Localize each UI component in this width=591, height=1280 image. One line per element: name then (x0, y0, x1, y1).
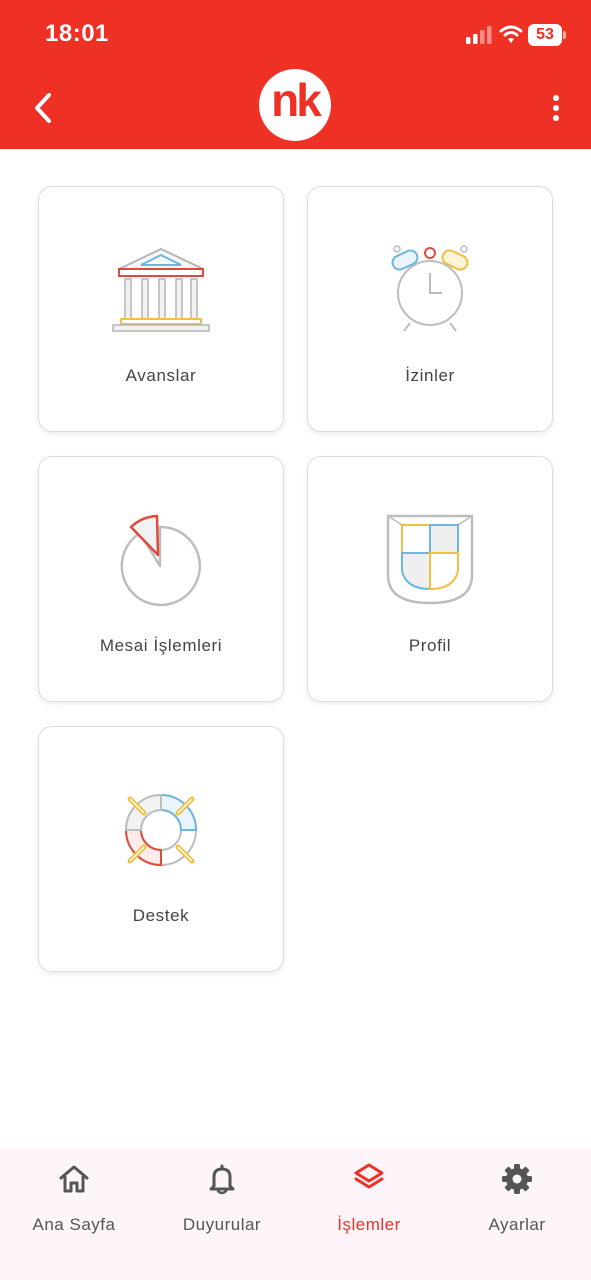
tab-label: İşlemler (337, 1215, 401, 1234)
pie-chart-icon (120, 514, 202, 607)
battery-indicator: 53 (528, 24, 562, 46)
status-time: 18:01 (45, 20, 109, 47)
card-label: Avanslar (125, 366, 197, 385)
logo-text: nk (271, 74, 322, 126)
bottom-tab-bar: Ana Sayfa Duyurular İşlemler Ayarlar (0, 1147, 591, 1280)
card-mesai-islemleri[interactable]: Mesai İşlemleri (38, 456, 284, 702)
alarm-clock-icon (391, 245, 469, 332)
home-icon (59, 1165, 89, 1193)
bank-building-icon (112, 247, 210, 332)
tab-ayarlar[interactable]: Ayarlar (443, 1163, 591, 1243)
back-button[interactable] (30, 90, 54, 126)
app-header: 18:01 53 nk (0, 0, 591, 149)
gear-icon (502, 1164, 532, 1194)
card-destek[interactable]: Destek (38, 726, 284, 972)
lifebuoy-icon (124, 793, 198, 867)
card-label: Destek (132, 906, 190, 925)
brand-logo: nk (259, 69, 331, 141)
battery-nub (563, 31, 566, 39)
tab-duyurular[interactable]: Duyurular (148, 1163, 296, 1243)
bell-icon (209, 1164, 235, 1195)
card-avanslar[interactable]: Avanslar (38, 186, 284, 432)
wifi-icon (499, 25, 523, 43)
tab-label: Ayarlar (488, 1215, 546, 1234)
card-label: Profil (408, 636, 452, 655)
card-label: Mesai İşlemleri (99, 636, 223, 655)
tab-ana-sayfa[interactable]: Ana Sayfa (0, 1163, 148, 1243)
card-profil[interactable]: Profil (307, 456, 553, 702)
tab-label: Ana Sayfa (32, 1215, 116, 1234)
tab-islemler[interactable]: İşlemler (295, 1163, 443, 1243)
card-izinler[interactable]: İzinler (307, 186, 553, 432)
card-label: İzinler (405, 366, 455, 385)
layers-icon (354, 1163, 384, 1189)
more-menu-button[interactable] (548, 94, 564, 124)
shield-icon (386, 514, 474, 605)
tab-label: Duyurular (182, 1215, 262, 1234)
cellular-signal-icon (466, 26, 492, 44)
